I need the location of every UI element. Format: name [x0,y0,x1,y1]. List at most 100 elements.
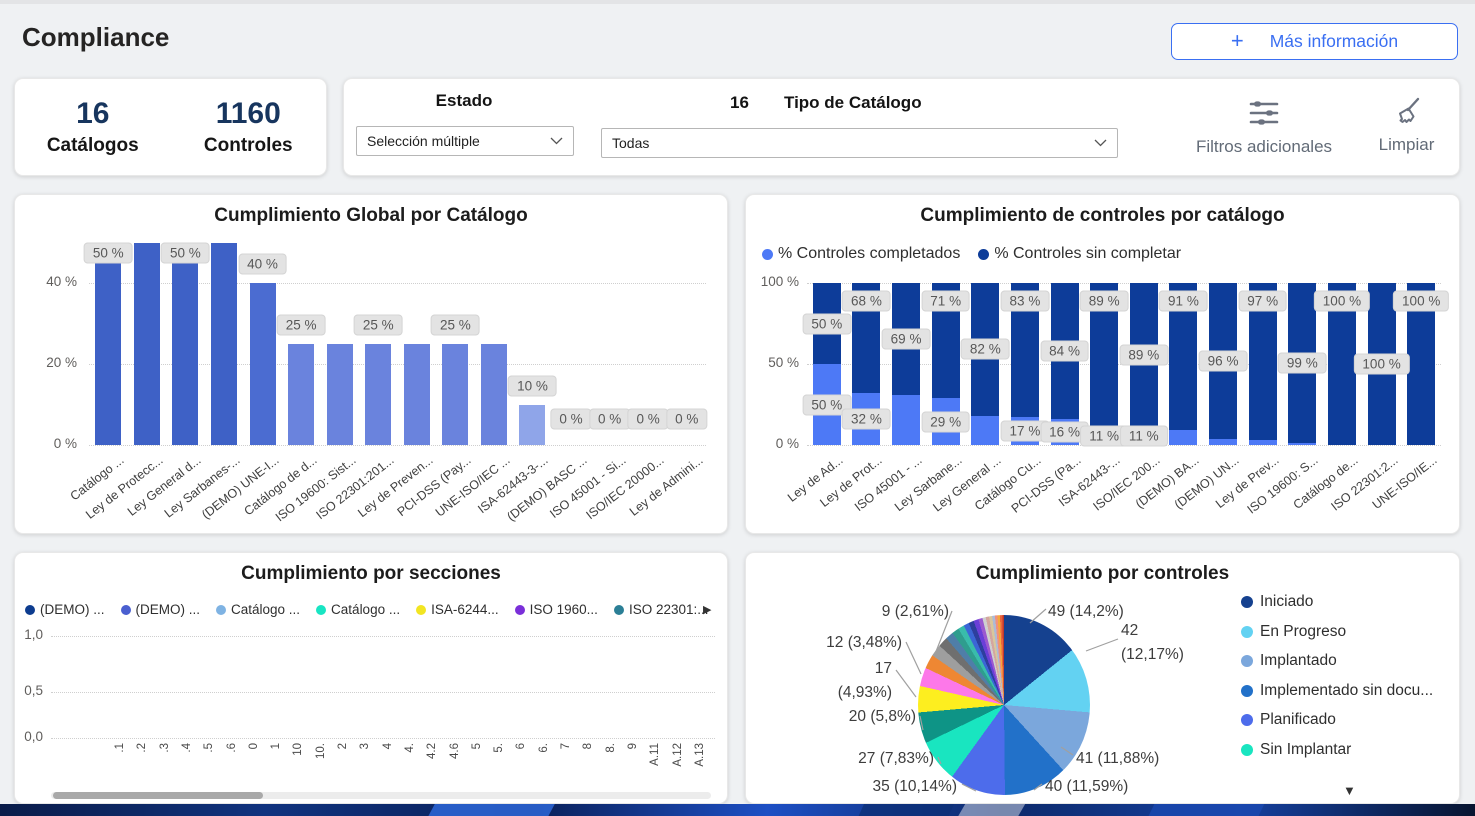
additional-filters-button[interactable]: Filtros adicionales [1174,97,1354,157]
clear-filters-label: Limpiar [1379,135,1435,155]
data-label: 50 % [802,313,851,334]
legend-item[interactable]: % Controles sin completar [978,245,1181,263]
legend-more-arrow[interactable]: ▼ [1343,783,1356,798]
x-axis-label: .6 [226,743,238,753]
tipo-catalogo-label: Tipo de Catálogo [784,93,922,113]
tipo-catalogo-dropdown[interactable]: Todas [601,128,1118,158]
stacked-bar-segment-completed[interactable] [1169,430,1197,445]
legend-item[interactable]: Implementado sin docu... [1241,682,1433,700]
data-label: 69 % [882,328,931,349]
bar[interactable] [95,243,121,445]
legend-item[interactable]: Implantado [1241,652,1337,670]
bar[interactable] [442,344,468,445]
y-axis-label: 0 % [747,436,799,451]
data-label: 0 % [550,409,591,430]
x-axis-label: 8. [605,743,617,753]
data-label: 99 % [1278,353,1327,374]
pie-slice-label: 17(4,93%) [838,657,892,705]
stacked-bar-segment-completed[interactable] [1209,439,1237,445]
pie-slice-label: 27 (7,83%) [858,747,934,771]
data-label: 32 % [842,409,891,430]
chart-global-por-catalogo: Cumplimiento Global por Catálogo 40 %20 … [14,194,728,534]
stacked-bar-segment-completed[interactable] [1249,440,1277,445]
kpi-catalogos-label: Catálogos [47,135,139,157]
bar[interactable] [481,344,507,445]
data-label: 100 % [1353,354,1409,375]
x-axis-label: 4.2 [426,743,438,759]
bar[interactable] [365,344,391,445]
data-label: 10 % [508,375,557,396]
plot-area: 100 %50 %0 %50 %50 %68 %32 %69 %71 %29 %… [807,283,1441,445]
legend-dot-icon [1241,685,1253,697]
legend-item[interactable]: Iniciado [1241,593,1313,611]
stacked-bar-segment-completed[interactable] [1288,443,1316,445]
data-label: 96 % [1199,350,1248,371]
wallpaper-shape [1143,804,1268,816]
x-axis: Ley de Ad...Ley de Prot...ISO 45001 - ..… [807,447,1441,531]
x-axis-label: .2 [136,743,148,753]
legend-item[interactable]: Planificado [1241,711,1336,729]
pie-chart[interactable] [918,615,1090,795]
legend-label: Planificado [1260,711,1336,729]
data-label: 83 % [1001,291,1050,312]
legend-label: Implantado [1260,652,1337,670]
gridline [51,738,715,739]
chart-title: Cumplimiento de controles por catálogo [746,205,1459,227]
clear-filters-button[interactable]: Limpiar [1364,95,1449,155]
plot-area: 1,00,50,0 [51,553,715,805]
data-label: 29 % [921,411,970,432]
x-axis-label: 10. [315,743,327,759]
data-label: 25 % [354,315,403,336]
x-axis-label: 3 [359,743,371,749]
pie-slice-label: 12 (3,48%) [826,631,902,655]
x-axis-label: 4 [382,743,394,749]
more-info-button[interactable]: + Más información [1171,23,1458,60]
pie-slice-label: 9 (2,61%) [882,600,949,624]
x-axis-label: Ley General ... [931,453,1004,515]
bar[interactable] [211,243,237,445]
wallpaper-shape [422,804,558,816]
kpi-controles: 1160 Controles [171,79,327,175]
horizontal-scrollbar-thumb[interactable] [53,792,263,799]
data-label: 50 % [84,243,133,264]
y-axis-label: 0,0 [17,729,43,744]
kpi-card: 16 Catálogos 1160 Controles [14,78,327,176]
gridline [51,636,715,637]
legend-item[interactable]: En Progreso [1241,623,1346,641]
pie-slice-label: 35 (10,14%) [873,775,957,799]
bar[interactable] [172,243,198,445]
x-axis-label: 5. [493,743,505,753]
legend-label: En Progreso [1260,623,1346,641]
x-axis: Catálogo ...Ley de Protecc...Ley General… [89,447,706,531]
bar[interactable] [134,243,160,445]
bar[interactable] [288,344,314,445]
y-axis-label: 20 % [25,355,77,370]
chart-controles-por-catalogo: Cumplimiento de controles por catálogo %… [745,194,1460,534]
x-axis-label: 4. [404,743,416,753]
legend-item[interactable]: Sin Implantar [1241,741,1351,759]
bar[interactable] [519,405,545,445]
bar[interactable] [404,344,430,445]
bar[interactable] [250,283,276,445]
legend-item[interactable]: % Controles completados [762,245,960,263]
data-label: 68 % [842,291,891,312]
chart-legend: % Controles completados % Controles sin c… [762,245,1181,263]
bar[interactable] [327,344,353,445]
plus-icon: + [1231,28,1244,54]
x-axis-label: 6 [515,743,527,749]
stacked-bar-segment-completed[interactable] [892,395,920,445]
legend-dot-icon [1241,626,1253,638]
chart-cumplimiento-por-controles: Cumplimiento por controles 49 (14,2%)42(… [745,552,1460,804]
data-label: 71 % [921,291,970,312]
sliders-icon [1246,97,1282,134]
data-label: 0 % [589,409,630,430]
chevron-down-icon [550,137,563,145]
estado-dropdown[interactable]: Selección múltiple [356,126,574,156]
kpi-controles-label: Controles [204,135,293,157]
x-axis-label: .4 [181,743,193,753]
x-axis-label: .3 [159,743,171,753]
legend-dot-icon [1241,744,1253,756]
stacked-bar-segment-completed[interactable] [971,416,999,445]
pie-slice-label: 20 (5,8%) [849,705,916,729]
pie-slice-label: 49 (14,2%) [1048,600,1124,624]
